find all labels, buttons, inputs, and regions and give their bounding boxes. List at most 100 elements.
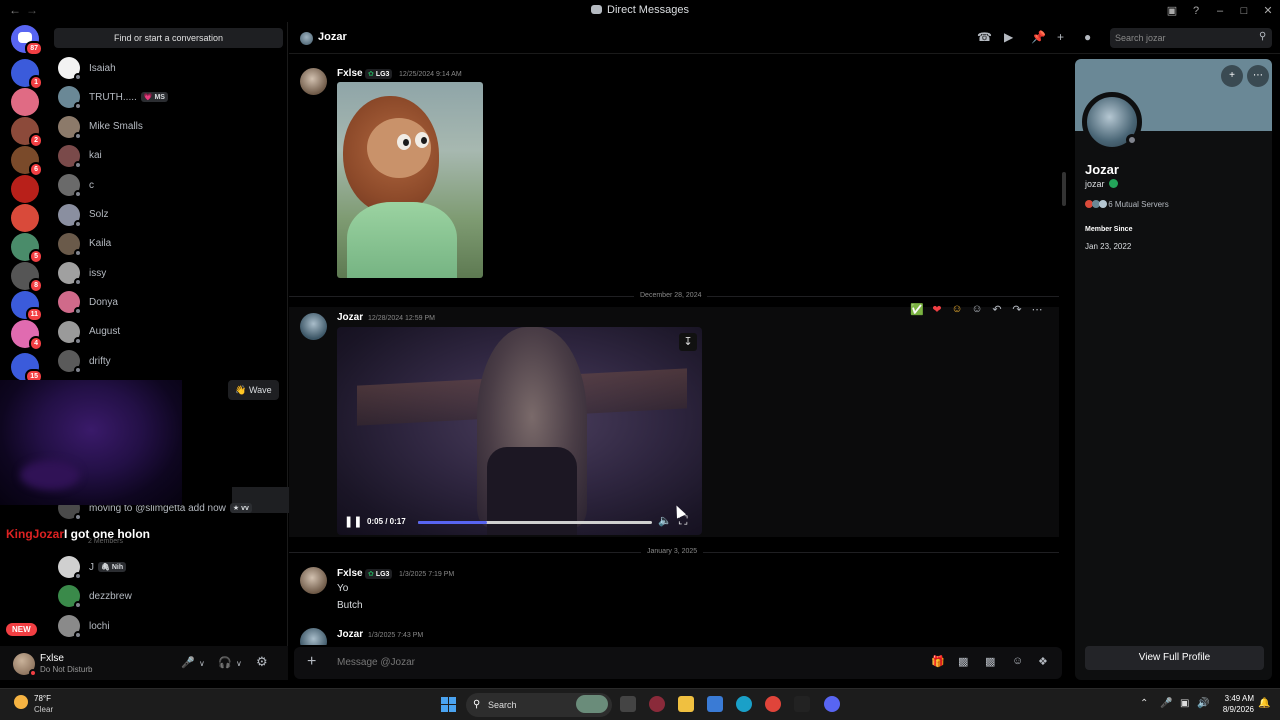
avatar[interactable]: [300, 628, 327, 645]
store-icon[interactable]: [707, 696, 723, 712]
microphone-icon[interactable]: 🎤: [1160, 698, 1172, 709]
avatar: [58, 615, 82, 639]
scrollbar-thumb[interactable]: [1062, 172, 1066, 206]
forward-icon[interactable]: ↷: [1009, 303, 1025, 316]
server-icon[interactable]: [11, 175, 39, 203]
find-conversation-button[interactable]: Find or start a conversation: [54, 28, 283, 48]
dm-item[interactable]: Solz: [58, 201, 283, 229]
pin-icon[interactable]: 📌: [1031, 30, 1046, 44]
chevron-down-icon[interactable]: ∨: [199, 659, 205, 668]
message-author[interactable]: Fxlse: [337, 68, 363, 79]
dm-item[interactable]: August: [58, 318, 283, 346]
message-author[interactable]: Jozar: [337, 312, 363, 323]
avatar[interactable]: [300, 313, 327, 340]
server-icon[interactable]: 4: [11, 320, 43, 351]
server-icon[interactable]: 2: [11, 117, 43, 148]
server-icon[interactable]: 6: [11, 146, 43, 177]
app-icon[interactable]: [794, 696, 810, 712]
gift-icon[interactable]: 🎁: [931, 655, 945, 668]
headphones-icon[interactable]: 🎧: [218, 656, 232, 669]
network-icon[interactable]: ▣: [1180, 698, 1189, 709]
check-reaction-icon[interactable]: ✅: [909, 303, 925, 316]
app-icon[interactable]: [649, 696, 665, 712]
add-attachment-icon[interactable]: +: [307, 653, 316, 671]
weather-icon[interactable]: [14, 695, 28, 709]
heart-reaction-icon[interactable]: ❤: [929, 303, 945, 316]
server-icon[interactable]: 1: [11, 59, 43, 90]
dm-item[interactable]: J 🖇 Nih: [58, 553, 283, 581]
gif-icon[interactable]: ▩: [958, 655, 968, 668]
help-icon[interactable]: ?: [1184, 0, 1208, 22]
user-avatar[interactable]: [13, 653, 37, 677]
settings-gear-icon[interactable]: ⚙: [256, 654, 268, 670]
status-icon: [74, 366, 82, 374]
video-progress-bar[interactable]: [418, 521, 652, 524]
server-icon[interactable]: 11: [11, 291, 43, 322]
inbox-icon[interactable]: ▣: [1160, 0, 1184, 22]
minimize-button[interactable]: –: [1208, 0, 1232, 22]
dm-item[interactable]: dezzbrew: [58, 582, 283, 610]
laugh-reaction-icon[interactable]: ☺: [949, 303, 965, 315]
chevron-down-icon[interactable]: ∨: [236, 659, 242, 668]
task-view-icon[interactable]: [620, 696, 636, 712]
dm-item[interactable]: c: [58, 171, 283, 199]
close-button[interactable]: ✕: [1256, 0, 1280, 22]
server-icon[interactable]: 5: [11, 233, 43, 264]
dm-item[interactable]: kai: [58, 142, 283, 170]
avatar[interactable]: [300, 68, 327, 95]
pause-icon[interactable]: ❚❚: [344, 515, 362, 528]
dm-item[interactable]: Donya: [58, 288, 283, 316]
profile-avatar[interactable]: [1082, 92, 1142, 152]
notifications-icon[interactable]: 🔔: [1258, 698, 1270, 709]
emoji-icon[interactable]: ☺: [1012, 655, 1023, 667]
dm-item[interactable]: issy: [58, 259, 283, 287]
server-icon[interactable]: 15: [11, 353, 43, 384]
volume-icon[interactable]: 🔊: [1197, 698, 1209, 709]
more-options-icon[interactable]: ⋯: [1247, 65, 1269, 87]
home-button[interactable]: 87: [11, 25, 43, 56]
add-friend-icon[interactable]: +: [1221, 65, 1243, 87]
wave-button[interactable]: 👋 Wave: [228, 380, 279, 400]
dm-item[interactable]: TRUTH..... 💗 MS: [58, 83, 283, 111]
taskbar-date[interactable]: 8/9/2026: [1212, 705, 1254, 714]
user-profile-icon[interactable]: ●: [1084, 30, 1091, 44]
add-reaction-icon[interactable]: ☺: [969, 303, 985, 315]
chrome-icon[interactable]: [765, 696, 781, 712]
widgets-icon[interactable]: [576, 695, 608, 713]
message-author[interactable]: Fxlse: [337, 568, 363, 579]
server-icon[interactable]: 8: [11, 262, 43, 293]
server-icon[interactable]: [11, 204, 39, 232]
message-input[interactable]: Message @Jozar: [337, 657, 415, 668]
server-icon[interactable]: [11, 88, 39, 116]
avatar[interactable]: [300, 567, 327, 594]
view-full-profile-button[interactable]: View Full Profile: [1085, 646, 1264, 670]
dm-item[interactable]: drifty: [58, 347, 283, 375]
mutual-servers-link[interactable]: 6 Mutual Servers: [1085, 200, 1169, 209]
message-author[interactable]: Jozar: [337, 629, 363, 640]
dm-item[interactable]: Kaila: [58, 230, 283, 258]
voice-call-icon[interactable]: ☎: [977, 30, 992, 44]
search-input[interactable]: Search jozar: [1110, 28, 1272, 48]
sticker-icon[interactable]: ▩: [985, 655, 995, 668]
volume-icon[interactable]: 🔈: [658, 514, 672, 527]
add-friends-icon[interactable]: +: [1057, 30, 1064, 44]
mention-badge: 5: [29, 249, 43, 264]
reply-icon[interactable]: ↶: [989, 303, 1005, 316]
image-attachment[interactable]: [337, 82, 483, 278]
dm-item[interactable]: Isaiah: [58, 54, 283, 82]
download-icon[interactable]: ↧: [679, 333, 697, 351]
video-attachment[interactable]: ↧ ❚❚ 0:05 / 0:17 🔈 ⛶: [337, 327, 702, 535]
dm-item[interactable]: lochi: [58, 612, 283, 640]
maximize-button[interactable]: □: [1232, 0, 1256, 22]
taskbar-time[interactable]: 3:49 AM: [1218, 694, 1254, 703]
file-explorer-icon[interactable]: [678, 696, 694, 712]
microphone-icon[interactable]: 🎤: [181, 656, 195, 669]
start-button[interactable]: [441, 697, 456, 712]
edge-icon[interactable]: [736, 696, 752, 712]
video-call-icon[interactable]: ▶: [1004, 30, 1013, 44]
discord-taskbar-icon[interactable]: [824, 696, 840, 712]
dm-item[interactable]: Mike Smalls: [58, 113, 283, 141]
more-options-icon[interactable]: ⋯: [1029, 303, 1045, 316]
apps-icon[interactable]: ❖: [1038, 655, 1048, 668]
show-hidden-icons[interactable]: ⌃: [1140, 698, 1148, 709]
